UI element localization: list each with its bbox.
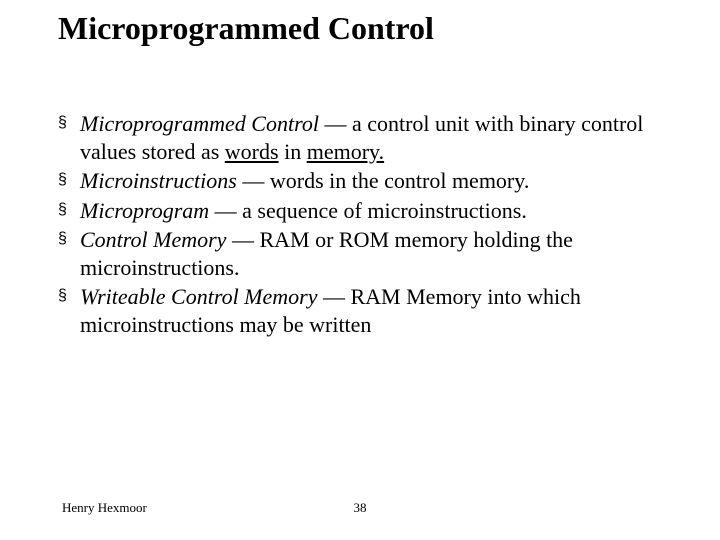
list-item-text: Writeable Control Memory — RAM Memory in… [80,283,660,338]
bullet-icon: § [58,197,80,223]
list-item-text: Microprogram — a sequence of microinstru… [80,197,660,225]
page-title: Microprogrammed Control [58,10,434,47]
footer-page-number: 38 [0,500,720,516]
slide: Microprogrammed Control § Microprogramme… [0,0,720,540]
bullet-icon: § [58,110,80,136]
underline: memory. [307,139,384,164]
term: Microinstructions [80,168,237,193]
list-item-text: Microprogrammed Control — a control unit… [80,110,660,165]
underline: words [225,139,279,164]
list-item-text: Microinstructions — words in the control… [80,167,660,195]
term: Control Memory [80,227,226,252]
term: Microprogram [80,198,209,223]
list-item: § Writeable Control Memory — RAM Memory … [58,283,660,338]
bullet-list: § Microprogrammed Control — a control un… [58,110,660,340]
text-seg: in [279,139,307,164]
list-item: § Control Memory — RAM or ROM memory hol… [58,226,660,281]
list-item: § Microinstructions — words in the contr… [58,167,660,195]
bullet-icon: § [58,226,80,252]
list-item: § Microprogram — a sequence of microinst… [58,197,660,225]
text-seg: — a sequence of microinstructions. [209,198,527,223]
term: Writeable Control Memory [80,284,318,309]
text-seg: — words in the control memory. [237,168,529,193]
term: Microprogrammed Control [80,111,319,136]
bullet-icon: § [58,167,80,193]
list-item-text: Control Memory — RAM or ROM memory holdi… [80,226,660,281]
list-item: § Microprogrammed Control — a control un… [58,110,660,165]
bullet-icon: § [58,283,80,309]
